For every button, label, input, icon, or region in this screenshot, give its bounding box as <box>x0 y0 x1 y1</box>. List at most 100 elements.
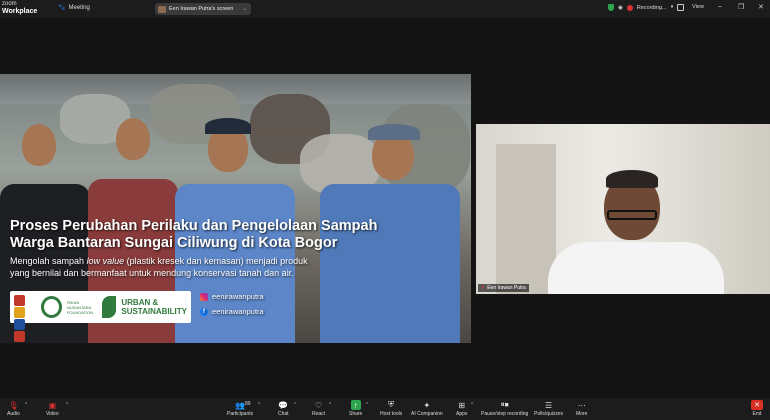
participant-video-tile[interactable]: ✕ Een Irawan Putra <box>476 124 770 294</box>
instagram-icon <box>200 292 208 301</box>
instagram-handle: eenirawanputra <box>200 292 264 301</box>
participants-label: Participants <box>227 411 254 417</box>
us-name-line1: URBAN & <box>121 298 159 307</box>
share-up-icon: ↑ <box>350 400 361 410</box>
chat-icon: 💬 <box>278 400 289 410</box>
pause-recording-label: Pause/stop recording <box>481 411 529 417</box>
pause-stop-icon: ⏸⏹ <box>500 400 509 409</box>
polls-button[interactable]: ☰ Polls/quizzes <box>534 400 563 418</box>
more-label: More <box>576 411 588 417</box>
chat-caret-icon[interactable]: ^ <box>294 402 296 408</box>
react-caret-icon[interactable]: ^ <box>329 402 331 408</box>
partner-logos: RIKAN NUSANTARA FOUNDATION URBAN & SUSTA… <box>10 291 191 342</box>
close-window-icon[interactable]: ✕ <box>758 3 764 11</box>
ai-companion-button[interactable]: ✦ AI Companion <box>411 400 443 418</box>
audio-options-caret-icon[interactable]: ^ <box>25 402 27 408</box>
meeting-menu[interactable]: 🐾 Meeting <box>58 4 90 12</box>
video-background-door <box>496 144 556 294</box>
participant-name-tag: ✕ Een Irawan Putra <box>478 284 529 292</box>
share-button[interactable]: ↑ Share <box>349 400 362 417</box>
subtitle-part-a: Mengolah sampah <box>10 256 87 266</box>
polls-icon: ☰ <box>545 400 553 410</box>
minimize-icon[interactable]: – <box>718 3 722 10</box>
mic-off-icon: 🎙 <box>8 400 19 410</box>
participant-hair <box>606 170 658 188</box>
slide-title-line1: Proses Perubahan Perilaku dan Pengelolaa… <box>10 218 378 234</box>
app-logo-line2: Workplace <box>2 8 38 15</box>
recording-dot-icon <box>626 4 633 11</box>
facebook-text: eenirawanputra <box>212 307 264 316</box>
apps-caret-icon[interactable]: ^ <box>471 402 473 408</box>
urban-sustainability-name: URBAN & SUSTAINABILITY <box>121 298 187 316</box>
apps-icon: ⊞ <box>458 400 466 410</box>
foundation-name: RIKAN NUSANTARA FOUNDATION <box>66 299 94 315</box>
view-button[interactable]: View <box>692 4 704 10</box>
screen-thumb-icon <box>158 5 166 13</box>
people-icon: 👥 <box>235 400 246 410</box>
app-logo-line1: zoom <box>2 1 17 7</box>
end-label: End <box>752 411 762 417</box>
photo-person-cap <box>368 124 420 140</box>
react-label: React <box>312 411 326 417</box>
photo-person-head <box>22 124 56 166</box>
slide-subtitle: Mengolah sampah low value (plastik krese… <box>10 255 400 279</box>
close-icon: ✕ <box>751 400 763 410</box>
share-caret-icon[interactable]: ^ <box>366 402 368 408</box>
us-name-line2: SUSTAINABILITY <box>121 307 187 316</box>
photo-person-head <box>116 118 150 160</box>
slide-subtitle-line2: yang bernilai dan bermanfaat untuk mendu… <box>10 268 294 278</box>
shared-screen: Proses Perubahan Perilaku dan Pengelolaa… <box>0 74 471 343</box>
facebook-handle: f eenirawanputra <box>200 307 264 316</box>
slide-subtitle-line1: Mengolah sampah low value (plastik krese… <box>10 255 400 267</box>
pause-icon[interactable]: ⏸ <box>670 4 673 11</box>
participants-caret-icon[interactable]: ^ <box>258 402 260 408</box>
meeting-toolbar: 🎙 Audio ^ ▣ Video ^ 👥 Participants 89 ^ … <box>0 398 770 420</box>
share-label: Share <box>349 411 363 417</box>
apps-label: Apps <box>456 411 468 417</box>
pause-stop-recording-button[interactable]: ⏸⏹ Pause/stop recording <box>481 400 528 417</box>
shield-icon: ⛨ <box>388 400 395 409</box>
subtitle-emphasis: low value <box>86 256 125 266</box>
photo-person-cap <box>205 118 251 134</box>
recording-status[interactable]: ◉ Recording... ⏸ <box>608 4 685 11</box>
foundation-logo <box>41 296 62 318</box>
host-tools-label: Host tools <box>380 411 403 417</box>
video-off-icon: ▣ <box>48 400 57 410</box>
app-logo: zoom Workplace <box>2 1 37 15</box>
audio-label: Audio <box>7 411 20 417</box>
subtitle-part-b: (plastik kresek dan kemasan) menjadi pro… <box>124 256 308 266</box>
video-button[interactable]: ▣ Video <box>46 400 59 418</box>
view-label: View <box>692 4 704 10</box>
rec-icon: ◉ <box>618 4 623 11</box>
more-button[interactable]: ⋯ More <box>576 400 588 418</box>
more-icon: ⋯ <box>577 400 586 410</box>
participant-name: Een Irawan Putra <box>487 285 526 291</box>
apps-button[interactable]: ⊞ Apps <box>456 400 468 418</box>
stop-icon[interactable] <box>677 4 685 11</box>
sparkle-icon: ✦ <box>423 400 431 410</box>
chat-button[interactable]: 💬 Chat <box>278 400 289 418</box>
meeting-label: Meeting <box>68 4 90 11</box>
title-bar: zoom Workplace 🐾 Meeting Een Irawan Putr… <box>0 0 770 18</box>
urban-sustainability-logo <box>101 296 117 318</box>
maximize-icon[interactable]: ❐ <box>738 3 744 11</box>
end-meeting-button[interactable]: ✕ End <box>751 400 763 417</box>
mic-off-icon: ✕ <box>481 285 486 291</box>
recording-label: Recording... <box>636 4 667 11</box>
video-options-caret-icon[interactable]: ^ <box>66 402 68 408</box>
paw-icon: 🐾 <box>58 5 66 11</box>
participant-glasses <box>607 210 657 220</box>
chat-label: Chat <box>278 411 289 417</box>
slide-title-line2: Warga Bantaran Sungai Ciliwung di Kota B… <box>10 235 338 251</box>
screen-share-label: Een Irawan Putra's screen <box>169 6 234 12</box>
react-button[interactable]: ♡ React <box>312 400 326 418</box>
screen-share-indicator[interactable]: Een Irawan Putra's screen ⌄ <box>155 3 251 15</box>
audio-button[interactable]: 🎙 Audio <box>7 400 20 418</box>
heart-icon: ♡ <box>314 400 323 410</box>
shield-check-icon <box>608 4 614 11</box>
facebook-icon: f <box>200 307 208 316</box>
host-tools-button[interactable]: ⛨ Host tools <box>380 400 402 417</box>
video-label: Video <box>46 411 59 417</box>
participant-shirt <box>548 242 724 294</box>
city-crest-logo <box>14 295 36 342</box>
